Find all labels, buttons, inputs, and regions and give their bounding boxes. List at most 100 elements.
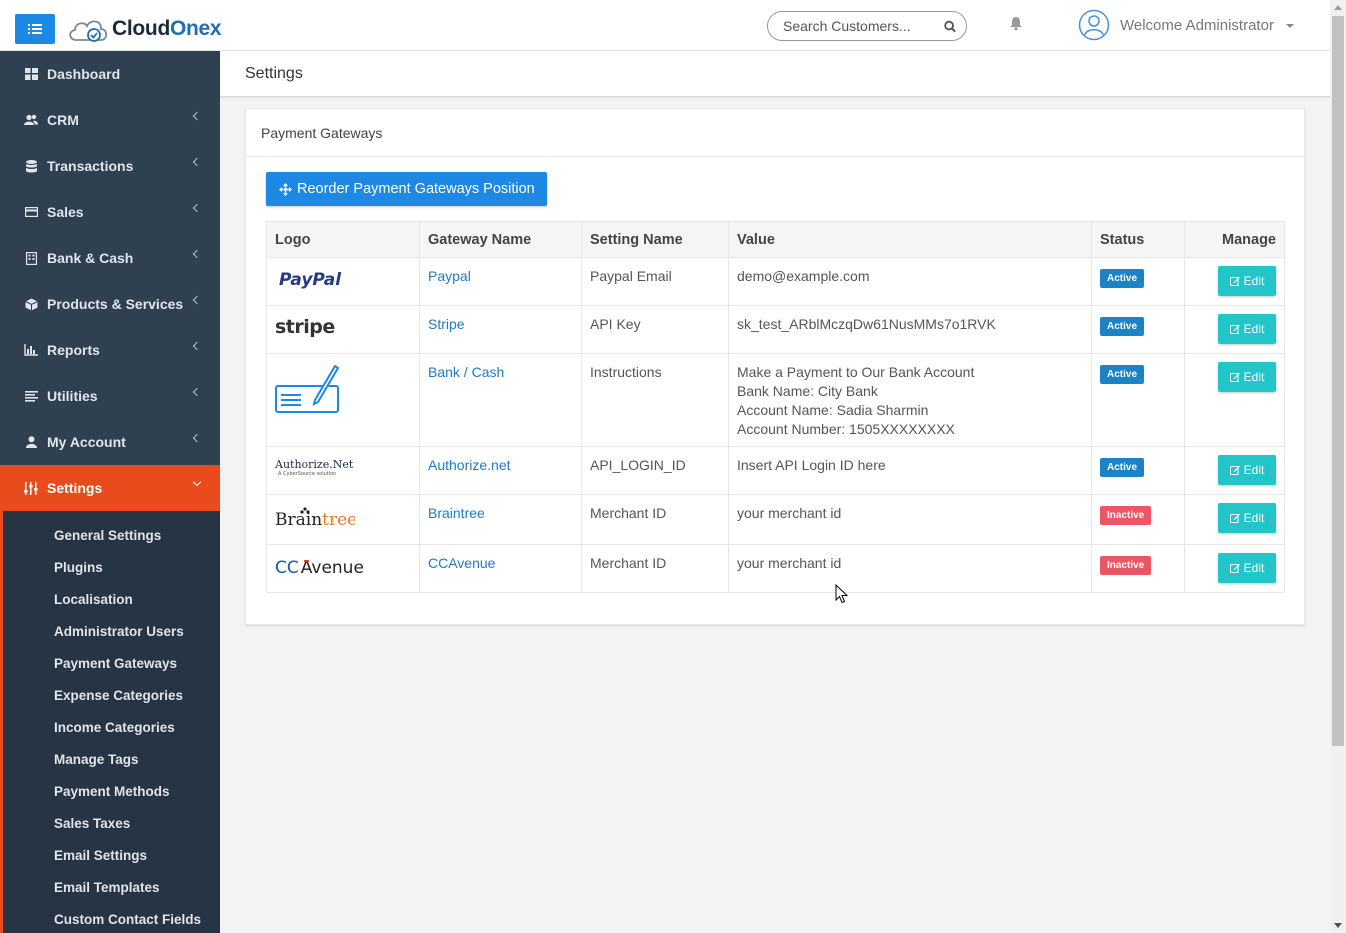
- column-header-manage: Manage: [1184, 221, 1285, 258]
- edit-button[interactable]: Edit: [1218, 503, 1276, 533]
- submenu-item-custom-contact-fields[interactable]: Custom Contact Fields: [3, 903, 220, 933]
- reorder-gateways-button[interactable]: Reorder Payment Gateways Position: [266, 172, 547, 206]
- svg-text:PayPal: PayPal: [279, 270, 342, 290]
- submenu-item-manage-tags[interactable]: Manage Tags: [3, 743, 220, 775]
- user-menu[interactable]: Welcome Administrator: [1078, 9, 1294, 41]
- submenu-item-localisation[interactable]: Localisation: [3, 583, 220, 615]
- setting-name: Paypal Email: [581, 257, 729, 306]
- column-header-status: Status: [1091, 221, 1185, 258]
- manage-cell: Edit: [1184, 544, 1285, 593]
- bank-cash-logo: [275, 364, 340, 413]
- submenu-item-payment-gateways[interactable]: Payment Gateways: [3, 647, 220, 679]
- value-line: your merchant id: [737, 555, 842, 571]
- sidebar-item-label: Bank & Cash: [47, 250, 134, 266]
- scroll-up-arrow-icon[interactable]: [1334, 5, 1342, 10]
- chevron-down-icon: [1285, 24, 1294, 28]
- status-badge: Active: [1100, 269, 1145, 288]
- user-icon: [24, 435, 38, 449]
- status-cell: Active: [1091, 305, 1185, 354]
- chevron-left-icon: [192, 341, 202, 351]
- braintree-logo: Braintree: [275, 507, 357, 530]
- gateway-name-link[interactable]: Paypal: [419, 257, 582, 306]
- gateway-name-link[interactable]: Braintree: [419, 494, 582, 545]
- search-input[interactable]: [783, 18, 944, 34]
- edit-label: Edit: [1243, 510, 1265, 525]
- gateway-name-link[interactable]: Bank / Cash: [419, 353, 582, 447]
- submenu-item-sales-taxes[interactable]: Sales Taxes: [3, 807, 220, 839]
- settings-submenu: General Settings Plugins Localisation Ad…: [0, 511, 220, 933]
- submenu-item-administrator-users[interactable]: Administrator Users: [3, 615, 220, 647]
- menu-toggle-button[interactable]: [15, 14, 55, 44]
- notifications-button[interactable]: [1009, 16, 1023, 36]
- ccavenue-logo: CC Avenue: [275, 558, 364, 578]
- edit-button[interactable]: Edit: [1218, 553, 1276, 583]
- submenu-item-payment-methods[interactable]: Payment Methods: [3, 775, 220, 807]
- setting-value: Make a Payment to Our Bank Account Bank …: [728, 353, 1092, 447]
- submenu-item-expense-categories[interactable]: Expense Categories: [3, 679, 220, 711]
- sidebar-item-reports[interactable]: Reports: [0, 327, 220, 373]
- sidebar-item-settings[interactable]: Settings: [0, 465, 220, 511]
- cloud-check-icon: [69, 20, 108, 42]
- mouse-cursor-icon: [835, 584, 848, 604]
- page-scrollbar[interactable]: [1330, 0, 1346, 933]
- reorder-button-label: Reorder Payment Gateways Position: [297, 181, 535, 197]
- search-box[interactable]: [767, 11, 967, 41]
- table-row: Authorize.Net A CyberSource solution Aut…: [266, 446, 1285, 495]
- chevron-left-icon: [192, 249, 202, 259]
- gateway-name-link[interactable]: CCAvenue: [419, 544, 582, 593]
- sidebar-item-transactions[interactable]: Transactions: [0, 143, 220, 189]
- top-navbar: CloudOnex Welcome Administrator: [0, 0, 1330, 51]
- panel-title: Payment Gateways: [261, 124, 383, 141]
- list-icon: [24, 389, 38, 403]
- chevron-left-icon: [192, 157, 202, 167]
- edit-button[interactable]: Edit: [1218, 455, 1276, 485]
- sidebar-item-utilities[interactable]: Utilities: [0, 373, 220, 419]
- scroll-down-arrow-icon[interactable]: [1334, 923, 1342, 928]
- submenu-item-income-categories[interactable]: Income Categories: [3, 711, 220, 743]
- gateway-name-link[interactable]: Authorize.net: [419, 446, 582, 495]
- sliders-icon: [24, 481, 38, 495]
- chevron-left-icon: [192, 203, 202, 213]
- manage-cell: Edit: [1184, 494, 1285, 545]
- table-row: PayPal Paypal Paypal Email demo@example.…: [266, 257, 1285, 306]
- dashboard-icon: [24, 67, 38, 81]
- manage-cell: Edit: [1184, 446, 1285, 495]
- sidebar-item-my-account[interactable]: My Account: [0, 419, 220, 465]
- submenu-item-email-templates[interactable]: Email Templates: [3, 871, 220, 903]
- sidebar-item-bank-cash[interactable]: Bank & Cash: [0, 235, 220, 281]
- sidebar-item-dashboard[interactable]: Dashboard: [0, 51, 220, 97]
- brand-logo[interactable]: CloudOnex: [66, 14, 222, 44]
- sidebar-item-label: Transactions: [47, 158, 134, 174]
- sidebar-item-products-services[interactable]: Products & Services: [0, 281, 220, 327]
- value-line: Bank Name: City Bank: [737, 383, 878, 399]
- sidebar-item-crm[interactable]: CRM: [0, 97, 220, 143]
- gateway-name-link[interactable]: Stripe: [419, 305, 582, 354]
- scrollbar-thumb[interactable]: [1332, 16, 1344, 746]
- sidebar-item-label: CRM: [47, 112, 79, 128]
- column-header-gateway-name: Gateway Name: [419, 221, 582, 258]
- svg-text:Authorize.Net: Authorize.Net: [275, 458, 354, 471]
- edit-button[interactable]: Edit: [1218, 362, 1276, 392]
- sidebar-item-sales[interactable]: Sales: [0, 189, 220, 235]
- users-icon: [24, 113, 38, 127]
- status-badge: Inactive: [1100, 556, 1152, 575]
- building-icon: [24, 251, 38, 265]
- edit-button[interactable]: Edit: [1218, 266, 1276, 296]
- edit-label: Edit: [1243, 462, 1265, 477]
- setting-value: sk_test_ARblMczqDw61NusMMs7o1RVK: [728, 305, 1092, 354]
- submenu-item-plugins[interactable]: Plugins: [3, 551, 220, 583]
- setting-value: your merchant id: [728, 494, 1092, 545]
- status-badge: Inactive: [1100, 506, 1152, 525]
- paypal-logo: PayPal: [279, 270, 342, 290]
- search-icon[interactable]: [944, 20, 956, 33]
- submenu-item-email-settings[interactable]: Email Settings: [3, 839, 220, 871]
- setting-name: Merchant ID: [581, 544, 729, 593]
- edit-button[interactable]: Edit: [1218, 314, 1276, 344]
- welcome-text: Welcome Administrator: [1120, 16, 1274, 34]
- setting-value: your merchant id: [728, 544, 1092, 593]
- table-header-row: Logo Gateway Name Setting Name Value Sta…: [266, 221, 1285, 258]
- submenu-item-general-settings[interactable]: General Settings: [3, 519, 220, 551]
- credit-card-icon: [24, 205, 38, 219]
- page-title: Settings: [245, 64, 303, 82]
- logo-cell: stripe: [266, 305, 420, 354]
